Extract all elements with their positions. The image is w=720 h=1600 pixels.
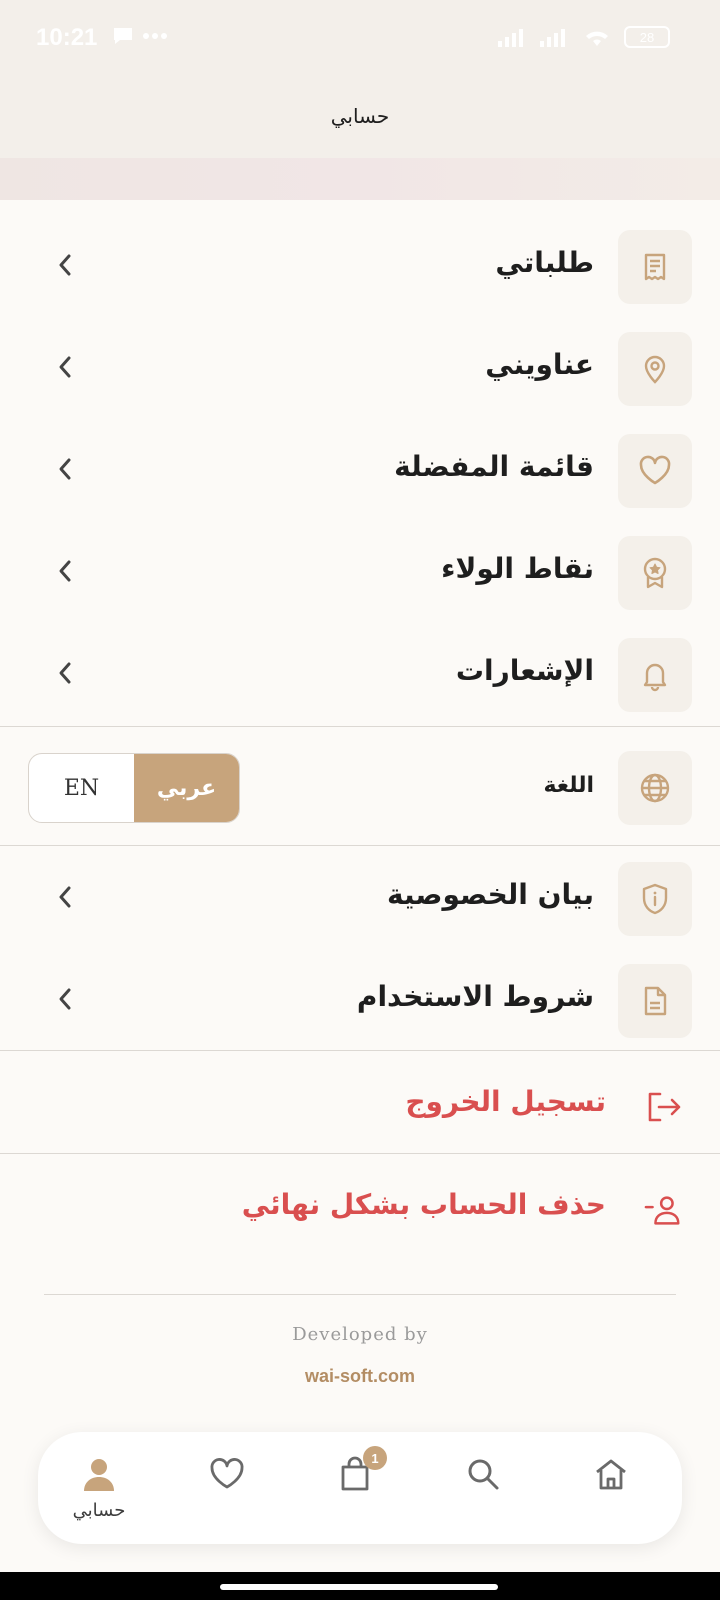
chevron-left-icon (52, 354, 78, 380)
language-label: اللغة (543, 773, 594, 798)
bell-icon-box (618, 638, 692, 712)
nav-home[interactable] (566, 1432, 656, 1544)
menu-item-orders[interactable]: طلباتي (0, 200, 720, 304)
document-icon-box (618, 964, 692, 1038)
heart-icon-box (618, 434, 692, 508)
chevron-left-icon (52, 252, 78, 278)
nav-cart[interactable]: 1 (310, 1432, 400, 1544)
signal-2-icon (540, 29, 565, 47)
globe-icon (640, 773, 670, 803)
delete-account-label: حذف الحساب بشكل نهائي (241, 1188, 606, 1221)
receipt-icon (644, 253, 666, 281)
nav-account-label: حسابي (72, 1500, 126, 1521)
menu-item-notifications[interactable]: الإشعارات (0, 608, 720, 712)
developed-by-text: Developed by (292, 1324, 428, 1345)
home-indicator[interactable] (220, 1584, 498, 1590)
battery-icon: 28 (624, 26, 670, 48)
badge-star-icon-box (618, 536, 692, 610)
page-title: حسابي (330, 104, 390, 128)
signal-icon (498, 29, 523, 47)
bell-icon (643, 663, 667, 692)
logout-icon (644, 1087, 684, 1127)
chevron-left-icon (52, 660, 78, 686)
language-toggle: EN عربي (28, 753, 240, 823)
location-pin-icon (644, 355, 666, 384)
account-menu: طلباتي عناويني قائمة المفضلة نقاط الولاء… (0, 200, 720, 1256)
menu-item-label: شروط الاستخدام (356, 980, 594, 1013)
bottom-navigation: حسابي 1 (38, 1432, 682, 1544)
chevron-left-icon (52, 558, 78, 584)
language-option-en[interactable]: EN (29, 754, 134, 822)
menu-item-label: بيان الخصوصية (386, 878, 594, 911)
footer-divider (44, 1294, 676, 1295)
menu-item-privacy-policy[interactable]: بيان الخصوصية (0, 832, 720, 936)
language-setting: اللغة EN عربي (0, 727, 720, 845)
nav-account[interactable]: حسابي (54, 1432, 144, 1544)
menu-item-label: عناويني (485, 348, 594, 381)
shopping-bag-icon: 1 (335, 1446, 387, 1494)
message-icon (114, 28, 132, 44)
document-icon (644, 986, 667, 1016)
language-option-ar[interactable]: عربي (134, 754, 239, 822)
logout-button[interactable]: تسجيل الخروج (0, 1051, 720, 1153)
status-system-icons: 28 (498, 26, 670, 48)
shield-info-icon-box (618, 862, 692, 936)
chevron-left-icon (52, 884, 78, 910)
status-notifications (112, 26, 168, 46)
menu-item-label: طلباتي (495, 246, 594, 279)
developer-site-link[interactable]: wai-soft.com (0, 1366, 720, 1387)
menu-item-label: قائمة المفضلة (394, 450, 594, 483)
header-band (0, 158, 720, 200)
cart-badge: 1 (363, 1446, 387, 1470)
nav-search[interactable] (438, 1432, 528, 1544)
badge-star-icon (643, 557, 667, 589)
menu-item-label: نقاط الولاء (441, 552, 594, 585)
menu-item-addresses[interactable]: عناويني (0, 302, 720, 406)
page-header: حسابي (0, 74, 720, 158)
user-icon (79, 1454, 119, 1494)
location-pin-icon-box (618, 332, 692, 406)
globe-icon-box (618, 751, 692, 825)
chevron-left-icon (52, 986, 78, 1012)
search-icon (463, 1454, 503, 1494)
wifi-icon (586, 31, 608, 46)
status-bar: 10:21 28 (0, 0, 720, 74)
logout-label: تسجيل الخروج (405, 1085, 606, 1118)
shield-info-icon (642, 883, 668, 915)
heart-icon (639, 455, 671, 485)
nav-favorites[interactable] (182, 1432, 272, 1544)
menu-item-loyalty-points[interactable]: نقاط الولاء (0, 506, 720, 610)
chevron-left-icon (52, 456, 78, 482)
receipt-icon-box (618, 230, 692, 304)
home-icon (591, 1454, 631, 1494)
status-time: 10:21 (36, 24, 98, 51)
menu-item-wishlist[interactable]: قائمة المفضلة (0, 404, 720, 508)
heart-icon (207, 1454, 247, 1494)
more-dots-icon (143, 33, 167, 39)
menu-item-terms-of-use[interactable]: شروط الاستخدام (0, 934, 720, 1038)
delete-account-button[interactable]: حذف الحساب بشكل نهائي (0, 1154, 720, 1256)
menu-item-label: الإشعارات (455, 654, 594, 687)
user-minus-icon (644, 1190, 684, 1230)
